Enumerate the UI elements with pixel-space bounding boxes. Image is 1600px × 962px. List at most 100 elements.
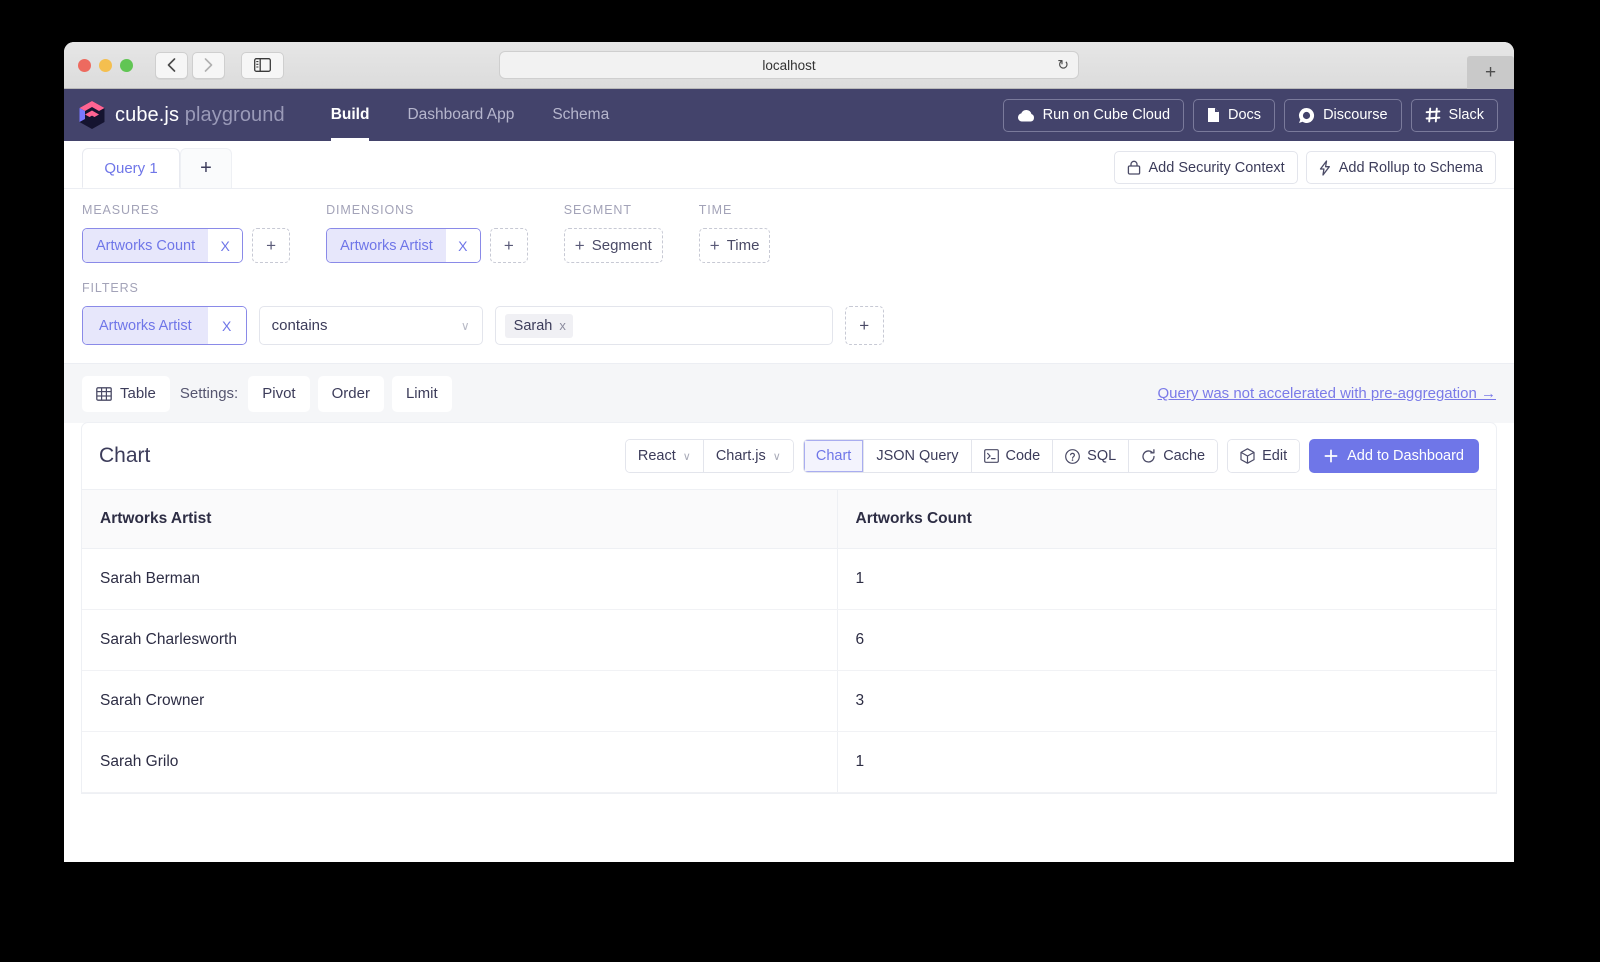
filters-label: FILTERS <box>82 281 139 295</box>
add-security-context-label: Add Security Context <box>1148 159 1285 176</box>
add-measure-label: + <box>266 235 277 255</box>
browser-titlebar: localhost ↻ + <box>64 42 1514 89</box>
refresh-icon <box>1142 448 1155 463</box>
brand-name: cube.js <box>115 103 180 126</box>
add-rollup-to-schema-button[interactable]: Add Rollup to Schema <box>1305 151 1496 184</box>
add-segment-label: Segment <box>591 237 652 254</box>
add-filter-button[interactable]: + <box>844 306 884 345</box>
discourse-button[interactable]: Discourse <box>1284 98 1402 132</box>
add-time-button[interactable]: + Time <box>698 228 771 263</box>
browser-window: localhost ↻ + cube.js playground Build D… <box>64 42 1514 862</box>
query-tab-1-label: Query 1 <box>104 159 158 177</box>
segment-controls: + Segment <box>563 228 663 263</box>
view-mode-json-query[interactable]: JSON Query <box>864 440 972 472</box>
time-controls: + Time <box>698 228 771 263</box>
table-row: Sarah Charlesworth 6 <box>82 609 1496 671</box>
main-nav: Build Dashboard App Schema <box>315 89 625 141</box>
add-dimension-label: + <box>503 235 514 255</box>
view-mode-sql-label: SQL <box>1087 448 1117 464</box>
chart-panel-toolbar: React ∨ Chart.js ∨ Chart JSON Query Code… <box>624 439 1479 473</box>
run-on-cube-cloud-button[interactable]: Run on Cube Cloud <box>1002 98 1185 132</box>
filter-chip-label: Artworks Artist <box>83 307 208 344</box>
add-query-tab-button[interactable]: + <box>180 148 232 188</box>
settings-strip: Table Settings: Pivot Order Limit Query … <box>64 363 1514 423</box>
view-mode-chart[interactable]: Chart <box>803 440 865 472</box>
slack-icon <box>1425 107 1440 123</box>
framework-select-label: React <box>637 448 676 464</box>
add-security-context-button[interactable]: Add Security Context <box>1113 151 1298 184</box>
discourse-label: Discourse <box>1323 107 1388 123</box>
filter-value-tag-remove-icon[interactable]: x <box>559 318 566 333</box>
query-tab-strip: Query 1 + Add Security Context Add Rollu… <box>64 141 1514 189</box>
settings-limit-button[interactable]: Limit <box>391 375 452 412</box>
view-mode-json-query-label: JSON Query <box>876 448 959 464</box>
measures-chips: Artworks Count X + <box>82 228 291 263</box>
nav-tab-schema-label: Schema <box>552 106 610 123</box>
new-tab-button[interactable]: + <box>1467 56 1514 89</box>
filter-values-input[interactable]: Sarah x <box>494 306 833 345</box>
nav-tab-schema[interactable]: Schema <box>536 89 625 141</box>
filter-row: Artworks Artist X contains ∨ Sarah x + <box>82 306 1496 345</box>
view-mode-sql[interactable]: SQL <box>1053 440 1130 472</box>
close-window-button[interactable] <box>78 58 91 72</box>
brand[interactable]: cube.js playground <box>78 100 285 130</box>
reload-icon[interactable]: ↻ <box>1057 57 1069 74</box>
edit-group: Edit <box>1227 439 1301 473</box>
sidebar-toggle-button[interactable] <box>241 51 284 79</box>
settings-pivot-label: Pivot <box>262 385 296 402</box>
plus-icon <box>1324 449 1338 463</box>
add-to-dashboard-button[interactable]: Add to Dashboard <box>1309 439 1479 473</box>
query-tab-1[interactable]: Query 1 <box>82 148 180 188</box>
nav-tab-build[interactable]: Build <box>315 89 386 141</box>
dimension-chip-remove-icon[interactable]: X <box>445 229 480 262</box>
settings-pivot-button[interactable]: Pivot <box>248 375 310 412</box>
column-header-artworks-artist[interactable]: Artworks Artist <box>82 489 837 549</box>
nav-tab-dashboard-app[interactable]: Dashboard App <box>391 89 530 141</box>
query-builder-row: MEASURES Artworks Count X + DIMENSIONS A… <box>82 203 1496 263</box>
edit-button[interactable]: Edit <box>1228 440 1300 472</box>
screen: localhost ↻ + cube.js playground Build D… <box>0 0 1600 962</box>
view-mode-cache[interactable]: Cache <box>1129 440 1218 472</box>
results-table-body: Sarah Berman 1 Sarah Charlesworth 6 Sara… <box>82 548 1496 793</box>
run-on-cube-cloud-label: Run on Cube Cloud <box>1042 107 1171 123</box>
brand-suffix: playground <box>184 103 285 126</box>
docs-label: Docs <box>1228 107 1262 123</box>
chevron-right-icon <box>204 58 213 72</box>
cell-artist: Sarah Berman <box>82 548 837 610</box>
charting-library-select[interactable]: Chart.js ∨ <box>703 440 793 472</box>
dimensions-group: DIMENSIONS Artworks Artist X + <box>326 203 528 263</box>
framework-select[interactable]: React ∨ <box>625 440 704 472</box>
back-button[interactable] <box>155 51 188 79</box>
forward-button[interactable] <box>192 51 225 79</box>
add-segment-button[interactable]: + Segment <box>563 228 663 263</box>
dimension-chip-artworks-artist[interactable]: Artworks Artist X <box>326 228 481 263</box>
filter-value-tag[interactable]: Sarah x <box>504 313 573 338</box>
column-header-artworks-count[interactable]: Artworks Count <box>836 489 1496 549</box>
chart-panel-header: Chart React ∨ Chart.js ∨ Chart JSON Quer… <box>82 423 1496 489</box>
filter-value-tag-label: Sarah <box>513 317 553 334</box>
maximize-window-button[interactable] <box>120 58 133 72</box>
filter-chip-artworks-artist[interactable]: Artworks Artist X <box>82 306 247 345</box>
add-measure-button[interactable]: + <box>252 228 291 263</box>
nav-tab-build-label: Build <box>330 106 370 123</box>
minimize-window-button[interactable] <box>99 58 112 72</box>
measure-chip-artworks-count[interactable]: Artworks Count X <box>82 228 244 263</box>
measure-chip-remove-icon[interactable]: X <box>208 229 243 262</box>
address-bar[interactable]: localhost ↻ <box>499 51 1079 79</box>
window-controls <box>78 58 133 72</box>
framework-library-group: React ∨ Chart.js ∨ <box>624 439 794 473</box>
cloud-icon <box>1017 109 1034 121</box>
docs-button[interactable]: Docs <box>1193 98 1276 132</box>
chevron-down-icon: ∨ <box>460 318 470 333</box>
settings-order-button[interactable]: Order <box>317 375 384 412</box>
add-dimension-button[interactable]: + <box>489 228 528 263</box>
slack-button[interactable]: Slack <box>1410 98 1498 132</box>
settings-label: Settings: <box>179 385 239 402</box>
filter-operator-select[interactable]: contains ∨ <box>258 306 483 345</box>
pre-aggregation-status-link[interactable]: Query was not accelerated with pre-aggre… <box>1157 385 1496 402</box>
filter-chip-remove-icon[interactable]: X <box>207 307 246 344</box>
query-tab-actions: Add Security Context Add Rollup to Schem… <box>1113 151 1515 188</box>
view-type-table-button[interactable]: Table <box>82 375 170 412</box>
results-table: Artworks Artist Artworks Count Sarah Ber… <box>82 489 1496 793</box>
view-mode-code[interactable]: Code <box>971 440 1054 472</box>
